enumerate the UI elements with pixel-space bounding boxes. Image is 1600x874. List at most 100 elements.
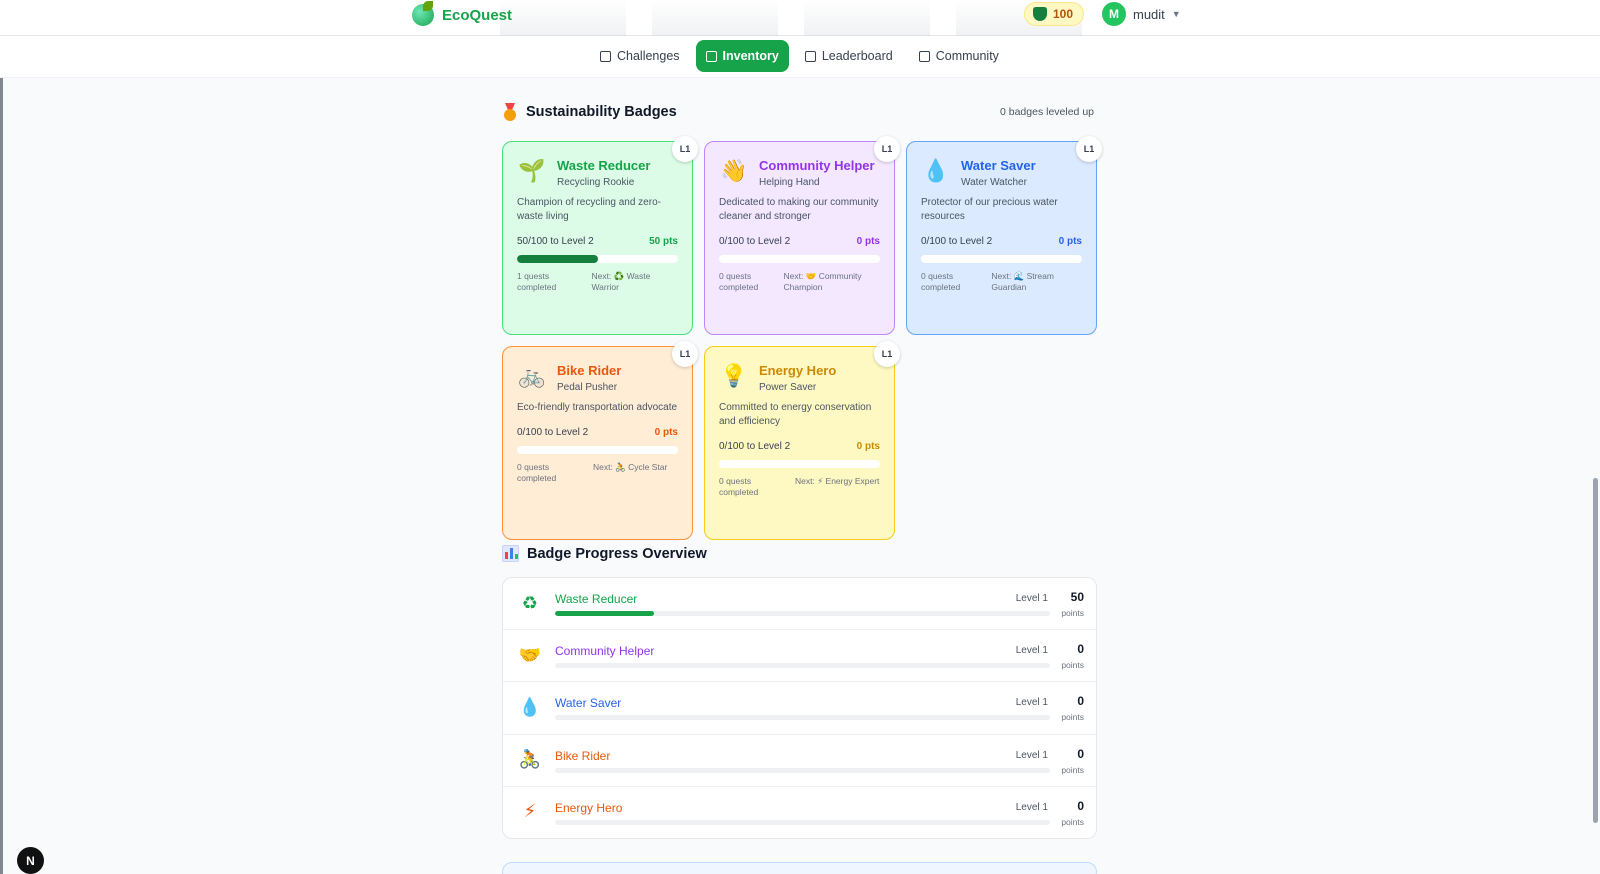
badge-description: Committed to energy conservation and eff… bbox=[719, 402, 872, 427]
badge-progress-text: 0/100 to Level 2 bbox=[517, 427, 589, 438]
progress-level: Level 1 bbox=[1015, 645, 1048, 657]
badge-progress-list: ♻ Waste Reducer Level 1 50 points 🤝 Comm… bbox=[502, 577, 1097, 839]
badge-progress-text: 0/100 to Level 2 bbox=[719, 441, 791, 452]
badge-rank: Pedal Pusher bbox=[557, 382, 618, 393]
badge-title-group: Community Helper Helping Hand bbox=[759, 156, 875, 188]
map-icon bbox=[600, 50, 611, 62]
badge-progress-text: 50/100 to Level 2 bbox=[517, 236, 594, 247]
badge-progress-row: 0/100 to Level 2 0 pts bbox=[719, 441, 880, 452]
badge-progress-text: 0/100 to Level 2 bbox=[719, 236, 791, 247]
quests-completed: 0 quests completed bbox=[921, 271, 961, 292]
tab-community[interactable]: Community bbox=[909, 40, 1009, 72]
tab-label: Leaderboard bbox=[821, 49, 893, 63]
progress-level: Level 1 bbox=[1015, 697, 1048, 709]
next-rank: Next: 🤝 Community Champion bbox=[783, 271, 862, 292]
quests-completed: 1 quests completed bbox=[517, 271, 557, 292]
progress-points: 50 bbox=[1070, 590, 1084, 604]
badge-title-group: Waste Reducer Recycling Rookie bbox=[557, 156, 650, 188]
progress-bar bbox=[555, 767, 1050, 773]
badge-title-group: Bike Rider Pedal Pusher bbox=[557, 361, 621, 393]
next-rank: Next: ♻️ Waste Warrior bbox=[591, 271, 651, 292]
bar-chart-icon bbox=[804, 50, 816, 62]
progress-level: Level 1 bbox=[1015, 749, 1048, 761]
badge-rank: Recycling Rookie bbox=[557, 177, 635, 188]
badge-card-footer: 1 quests completed Next: ♻️ Waste Warrio… bbox=[517, 271, 678, 293]
username: mudit bbox=[1133, 6, 1165, 22]
avatar: M bbox=[1102, 2, 1126, 26]
quests-completed: 0 quests completed bbox=[517, 462, 557, 483]
progress-bar bbox=[555, 819, 1050, 825]
progress-badge-name: Community Helper bbox=[555, 644, 655, 659]
badge-card[interactable]: L1 🌱 Waste Reducer Recycling Rookie Cham… bbox=[502, 136, 698, 335]
points-badge[interactable]: 100 bbox=[1024, 2, 1085, 26]
badge-rank: Power Saver bbox=[759, 382, 817, 393]
badge-name: Bike Rider bbox=[557, 363, 622, 378]
badge-emoji-icon: 💧 bbox=[922, 158, 950, 184]
badge-card-header: 💡 Energy Hero Power Saver bbox=[719, 361, 880, 393]
progress-bar bbox=[555, 611, 1050, 616]
dev-tools-button[interactable]: N bbox=[17, 847, 44, 874]
badge-card-footer: 0 quests completed Next: 🚴 Cycle Star bbox=[517, 462, 678, 484]
badge-card-footer: 0 quests completed Next: 🌊 Stream Guardi… bbox=[921, 271, 1082, 293]
progress-points: 0 bbox=[1077, 642, 1084, 657]
badge-card-footer: 0 quests completed Next: 🤝 Community Cha… bbox=[719, 271, 880, 293]
user-menu[interactable]: M mudit ▼ bbox=[1102, 1, 1181, 27]
points-value: 100 bbox=[1053, 7, 1074, 21]
main-nav: Challenges Inventory Leaderboard Community bbox=[0, 36, 1600, 78]
overview-section-title: Badge Progress Overview bbox=[527, 545, 707, 562]
progress-row[interactable]: 💧 Water Saver Level 1 0 points bbox=[503, 682, 1096, 735]
badge-rank: Water Watcher bbox=[961, 177, 1027, 188]
badge-card-header: 👋 Community Helper Helping Hand bbox=[719, 156, 880, 188]
level-badge: L1 bbox=[672, 136, 698, 162]
progress-row[interactable]: 🚴 Bike Rider Level 1 0 points bbox=[503, 735, 1096, 787]
badges-section-header: Sustainability Badges bbox=[502, 103, 677, 121]
next-rank: Next: 🌊 Stream Guardian bbox=[991, 271, 1054, 292]
badge-card-footer: 0 quests completed Next: ⚡ Energy Expert bbox=[719, 476, 880, 498]
tab-leaderboard[interactable]: Leaderboard bbox=[795, 40, 903, 72]
bag-icon bbox=[705, 50, 717, 62]
app-logo[interactable]: EcoQuest bbox=[412, 1, 512, 26]
progress-row[interactable]: 🤝 Community Helper Level 1 0 points bbox=[503, 630, 1096, 683]
scrollbar[interactable] bbox=[1593, 478, 1598, 823]
badge-emoji-icon: 💧 bbox=[518, 696, 542, 718]
badge-card-header: 🚲 Bike Rider Pedal Pusher bbox=[517, 361, 678, 393]
badge-progress-bar bbox=[719, 255, 880, 263]
badge-description: Dedicated to making our community cleane… bbox=[719, 197, 879, 222]
badge-name: Energy Hero bbox=[759, 363, 837, 378]
next-rank: Next: 🚴 Cycle Star bbox=[593, 462, 668, 472]
progress-bar bbox=[555, 663, 1050, 669]
tab-label: Inventory bbox=[722, 49, 779, 63]
progress-fill bbox=[555, 611, 654, 616]
badge-points: 0 pts bbox=[1058, 236, 1082, 247]
badge-points: 0 pts bbox=[654, 427, 678, 438]
badge-card[interactable]: L1 🚲 Bike Rider Pedal Pusher Eco-friendl… bbox=[502, 341, 698, 540]
progress-points: 0 bbox=[1077, 694, 1084, 709]
badge-emoji-icon: 👋 bbox=[720, 158, 748, 184]
progress-points-unit: points bbox=[1061, 660, 1084, 671]
quests-completed: 0 quests completed bbox=[719, 476, 759, 497]
progress-row[interactable]: ⚡ Energy Hero Level 1 0 points bbox=[503, 787, 1096, 838]
badge-points: 0 pts bbox=[856, 441, 880, 452]
badge-progress-row: 0/100 to Level 2 0 pts bbox=[517, 427, 678, 438]
level-badge: L1 bbox=[874, 341, 900, 367]
tab-inventory[interactable]: Inventory bbox=[695, 40, 789, 72]
badge-progress-fill bbox=[517, 255, 598, 263]
overview-section-header: Badge Progress Overview bbox=[502, 545, 707, 562]
badge-card[interactable]: L1 💡 Energy Hero Power Saver Committed t… bbox=[704, 341, 900, 540]
progress-row[interactable]: ♻ Waste Reducer Level 1 50 points bbox=[503, 578, 1096, 631]
badge-card[interactable]: L1 👋 Community Helper Helping Hand Dedic… bbox=[704, 136, 900, 335]
badge-progress-row: 50/100 to Level 2 50 pts bbox=[517, 236, 678, 247]
medal-icon bbox=[502, 103, 518, 121]
badge-points: 50 pts bbox=[649, 236, 678, 247]
progress-points: 0 bbox=[1077, 746, 1084, 761]
window-edge bbox=[0, 0, 3, 874]
next-rank: Next: ⚡ Energy Expert bbox=[795, 476, 880, 486]
progress-badge-name: Water Saver bbox=[555, 696, 622, 711]
badges-leveled-count: 0 badges leveled up bbox=[1000, 106, 1094, 118]
badge-card[interactable]: L1 💧 Water Saver Water Watcher Protector… bbox=[906, 136, 1102, 335]
badges-section-title: Sustainability Badges bbox=[526, 104, 677, 120]
badge-progress-bar bbox=[517, 446, 678, 454]
badge-description: Champion of recycling and zero-waste liv… bbox=[517, 197, 661, 222]
badge-title-group: Energy Hero Power Saver bbox=[759, 361, 836, 393]
tab-challenges[interactable]: Challenges bbox=[590, 40, 690, 72]
